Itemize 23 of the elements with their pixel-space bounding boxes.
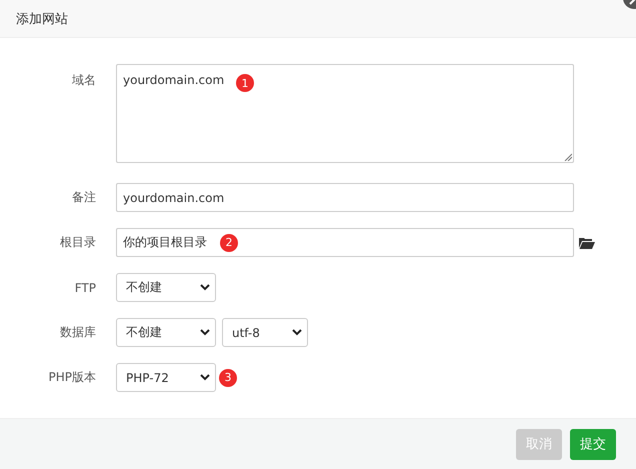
field-label: 根目录 (59, 234, 96, 251)
number-badge: 2 (220, 234, 238, 252)
field-value: yourdomain.com (123, 73, 224, 87)
dropdown-select[interactable]: utf-8 (222, 318, 308, 347)
number-badge: 3 (219, 368, 237, 386)
chevron-down-icon (200, 284, 210, 291)
dropdown-select[interactable]: 不创建 (116, 318, 216, 347)
resize-grip-icon[interactable] (564, 153, 572, 161)
field-label: 域名 (71, 72, 96, 89)
field-label: 数据库 (59, 324, 96, 341)
field-label: PHP版本 (48, 369, 96, 386)
chevron-down-icon (200, 374, 210, 381)
folder-icon[interactable] (579, 236, 595, 248)
dropdown-select[interactable]: PHP-72 (116, 363, 216, 392)
input-field[interactable]: yourdomain.com (116, 183, 574, 212)
field-label: FTP (74, 280, 96, 294)
chevron-down-icon (200, 329, 210, 336)
field-label: 备注 (71, 189, 96, 206)
chevron-down-icon (292, 329, 302, 336)
dialog-title: 添加网站 (16, 10, 68, 28)
close-icon[interactable] (622, 0, 636, 10)
dropdown-select[interactable]: 不创建 (116, 273, 216, 302)
number-badge: 1 (236, 74, 254, 92)
